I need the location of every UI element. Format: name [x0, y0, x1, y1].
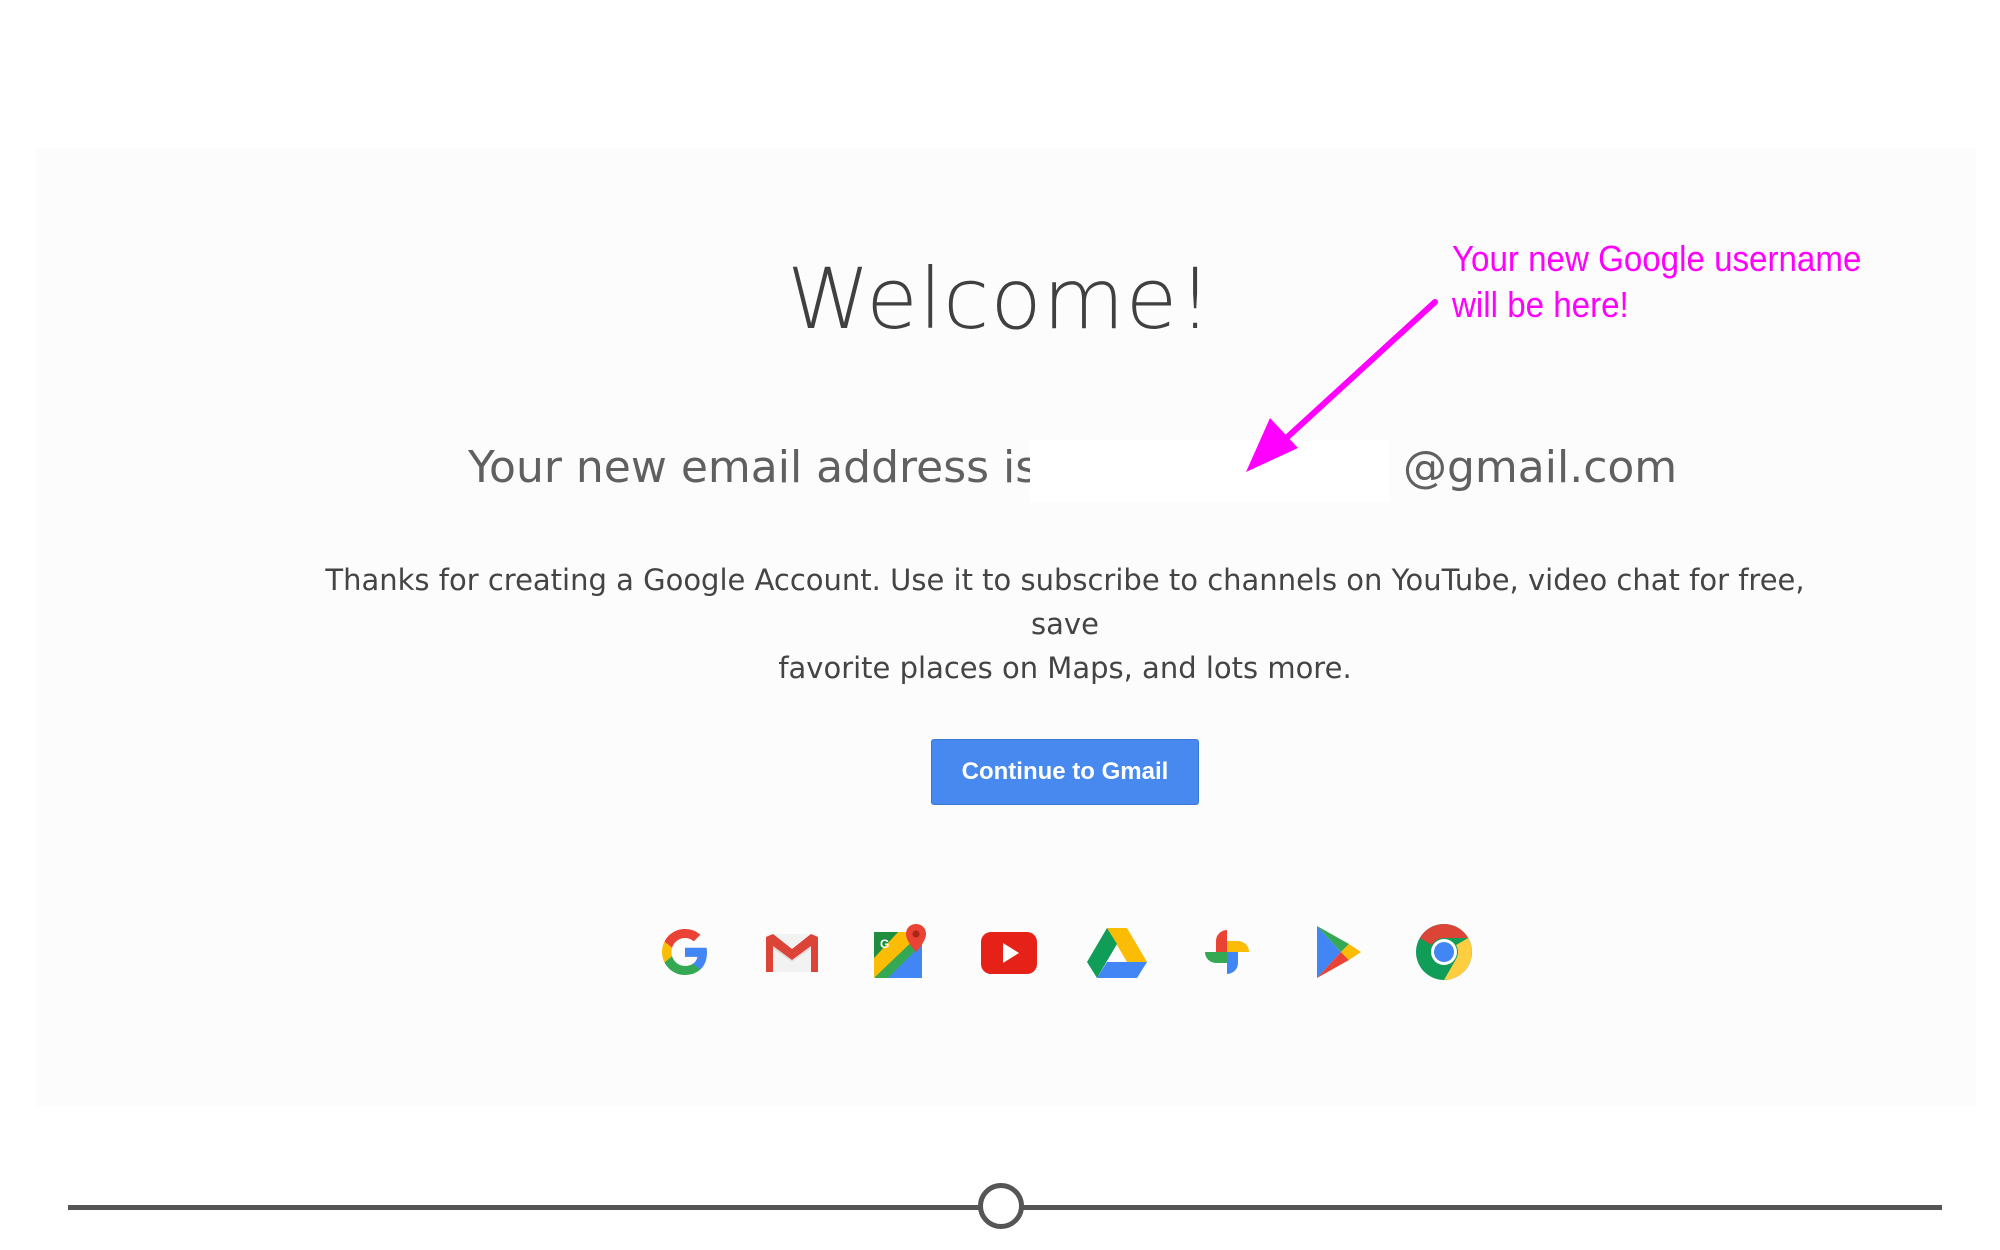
gmail-icon [760, 920, 824, 984]
annotation-line1: Your new Google username [1452, 238, 1862, 279]
photos-icon [1195, 920, 1259, 984]
continue-to-gmail-button[interactable]: Continue to Gmail [931, 739, 1199, 805]
maps-icon: G [868, 920, 932, 984]
thanks-message-line1: Thanks for creating a Google Account. Us… [325, 563, 1805, 641]
play-store-icon [1303, 920, 1367, 984]
annotation-arrow-icon [1246, 299, 1438, 472]
chrome-icon [1412, 920, 1476, 984]
thanks-message-line2: favorite places on Maps, and lots more. [778, 651, 1352, 685]
email-address-prefix: Your new email address is [468, 442, 1039, 493]
drive-icon [1085, 920, 1149, 984]
thanks-message: Thanks for creating a Google Account. Us… [300, 558, 1830, 690]
username-annotation: Your new Google username will be here! [1452, 236, 1861, 328]
youtube-icon [977, 920, 1041, 984]
slider-handle[interactable] [978, 1183, 1024, 1229]
annotation-line2: will be here! [1452, 284, 1629, 325]
svg-text:G: G [880, 937, 889, 951]
google-icon [653, 920, 717, 984]
google-apps-icon-row: G [0, 920, 2000, 984]
